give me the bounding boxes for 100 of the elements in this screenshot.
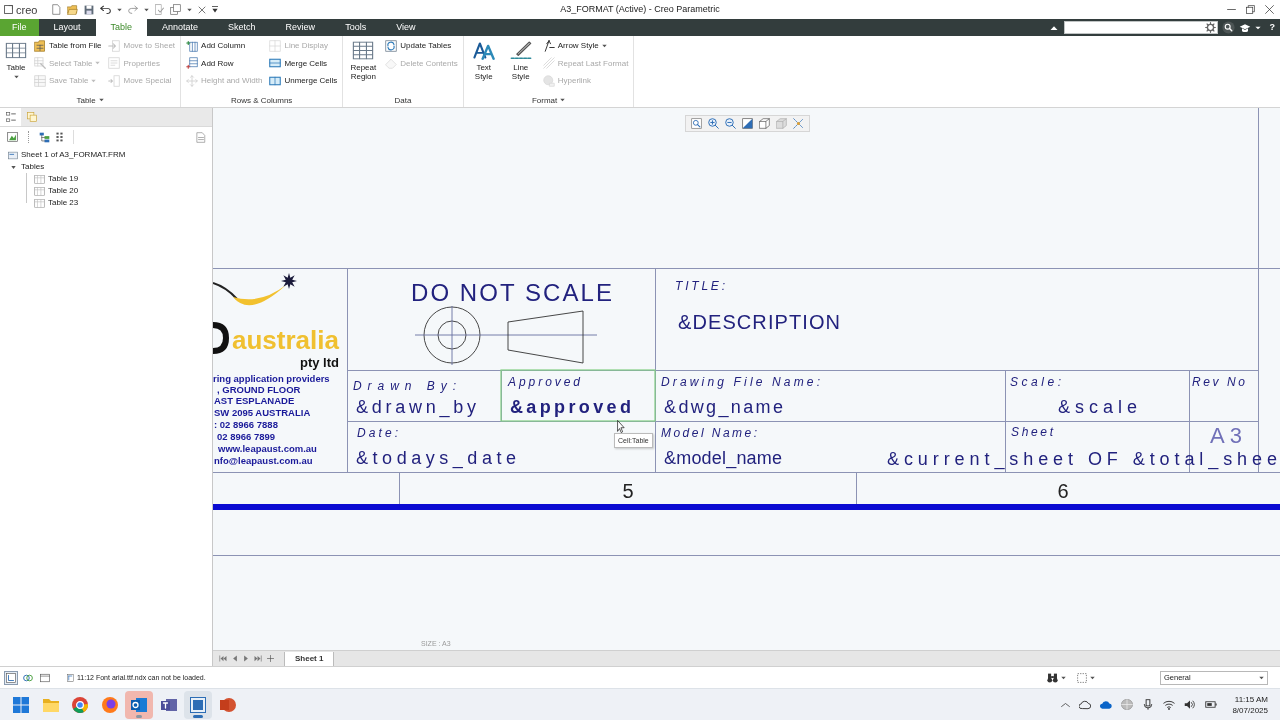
address-line: 02 8966 7899 xyxy=(217,431,276,442)
binoculars-icon[interactable] xyxy=(1047,672,1058,683)
graduation-cap-icon[interactable] xyxy=(1238,22,1251,33)
cell-value: &dwg_name xyxy=(664,397,783,417)
restore-icon[interactable] xyxy=(1246,5,1255,14)
taskbar-button[interactable] xyxy=(184,690,212,719)
cloud-icon[interactable] xyxy=(1100,699,1113,710)
table-update-icon xyxy=(385,39,398,52)
merge-cells-icon xyxy=(269,57,282,69)
tree-nodes-icon xyxy=(5,112,16,122)
tree-item[interactable]: Table 19 xyxy=(48,174,79,184)
document-check-icon[interactable] xyxy=(155,4,165,15)
ribbon-button[interactable]: Table xyxy=(3,37,29,90)
toggle-button[interactable] xyxy=(4,670,18,685)
wifi-icon[interactable] xyxy=(1163,699,1176,710)
caret-icon[interactable] xyxy=(187,7,193,12)
stacked-windows-icon[interactable] xyxy=(170,4,182,15)
zoom-fit-icon[interactable] xyxy=(691,118,702,129)
caret-icon[interactable] xyxy=(10,164,16,170)
close-icon[interactable] xyxy=(1265,5,1274,14)
chevron-up-icon[interactable] xyxy=(1061,701,1071,708)
caret-icon[interactable] xyxy=(117,7,123,12)
sheet-tab[interactable]: Sheet 1 xyxy=(284,651,335,666)
caret-icon xyxy=(1259,675,1264,680)
clock-date[interactable]: 8/07/2025 xyxy=(1232,704,1268,716)
company-suffix: pty ltd xyxy=(300,355,339,370)
caret-icon[interactable] xyxy=(1254,25,1261,30)
taskbar-button[interactable] xyxy=(125,690,153,719)
ribbon-tab[interactable]: View xyxy=(381,19,431,36)
image-icon[interactable] xyxy=(7,132,18,142)
help-button[interactable]: ? xyxy=(1269,22,1275,33)
ribbon-tab[interactable]: Table xyxy=(95,19,148,36)
logo-square-icon xyxy=(4,5,13,14)
zoom-in-icon[interactable] xyxy=(708,118,719,129)
ribbon-button[interactable]: Arrow Style xyxy=(540,37,631,54)
ribbon-button[interactable]: Update Tables xyxy=(383,37,460,54)
add-column-icon xyxy=(186,39,199,52)
last-page-icon[interactable] xyxy=(254,655,262,662)
microphone-icon[interactable] xyxy=(1142,699,1155,710)
start-icon[interactable] xyxy=(13,696,29,713)
panel-tab[interactable] xyxy=(0,108,21,126)
sheet-size-mark: A3 xyxy=(1210,423,1242,448)
address-line: nfo@leapaust.com.au xyxy=(214,455,313,466)
ribbon-button[interactable]: Unmerge Cells xyxy=(267,72,340,89)
cube-icon[interactable] xyxy=(759,118,770,129)
message-icon xyxy=(67,673,74,682)
repeat-region-icon xyxy=(352,41,375,60)
settings-icon[interactable] xyxy=(1204,22,1216,33)
clock-time[interactable]: 11:15 AM xyxy=(1234,693,1268,705)
previous-icon[interactable] xyxy=(232,655,238,662)
new-file-icon[interactable] xyxy=(52,4,62,15)
group-menu-button[interactable]: Format xyxy=(466,93,631,107)
save-icon[interactable] xyxy=(84,4,95,15)
dot-grid-icon[interactable] xyxy=(56,132,63,142)
cell-value: &scale xyxy=(1058,397,1137,417)
group-menu-button[interactable]: Table xyxy=(3,93,178,107)
ribbon-tab[interactable]: Review xyxy=(270,19,331,36)
tree-item[interactable]: Sheet 1 of A3_FORMAT.FRM xyxy=(21,150,126,160)
search-field[interactable] xyxy=(1063,21,1218,34)
first-page-icon[interactable] xyxy=(219,655,227,662)
ribbon-tab[interactable]: Layout xyxy=(38,19,96,36)
zoom-out-icon[interactable] xyxy=(725,118,736,129)
layout-icon xyxy=(6,672,16,683)
ribbon-button[interactable]: Table from File xyxy=(32,37,104,54)
ribbon-tab[interactable]: Tools xyxy=(330,19,382,36)
ribbon-button[interactable]: Text Style xyxy=(466,37,501,90)
tree-structure-icon[interactable] xyxy=(39,131,50,143)
half-filled-square-icon[interactable] xyxy=(742,118,753,129)
tree-item[interactable]: Table 23 xyxy=(48,198,79,208)
cloud-icon[interactable] xyxy=(1079,699,1092,710)
battery-icon[interactable] xyxy=(1205,699,1218,710)
ribbon-button[interactable]: Repeat Region xyxy=(346,37,381,90)
next-icon[interactable] xyxy=(243,655,249,662)
caret-icon[interactable] xyxy=(1090,675,1095,680)
speaker-icon[interactable] xyxy=(1184,699,1197,710)
customize-caret-icon[interactable] xyxy=(212,6,219,13)
search-icon[interactable] xyxy=(1221,21,1235,34)
caret-icon[interactable] xyxy=(1061,675,1066,680)
grid-lines-icon xyxy=(269,39,282,52)
open-folder-icon[interactable] xyxy=(67,4,79,15)
tree-item[interactable]: Table 20 xyxy=(48,186,79,196)
plus-icon[interactable] xyxy=(267,655,274,662)
link-icon xyxy=(23,672,33,683)
arrow-box-icon xyxy=(108,74,121,87)
window-icon xyxy=(40,672,50,683)
ribbon-button[interactable]: Merge Cells xyxy=(267,54,340,72)
ribbon-button[interactable]: Add Row xyxy=(184,54,265,72)
selection-box-icon[interactable] xyxy=(1077,672,1087,683)
company-name: australia xyxy=(232,325,339,355)
undo-icon[interactable] xyxy=(100,5,112,14)
ribbon-tab[interactable]: Annotate xyxy=(147,19,214,36)
star-icon xyxy=(281,273,297,289)
tree-item[interactable]: Tables xyxy=(21,162,45,172)
caret-up-icon[interactable] xyxy=(1049,24,1058,31)
ribbon-button[interactable]: Add Column xyxy=(184,37,265,54)
caret-icon[interactable] xyxy=(144,7,150,12)
dotted-cross-icon[interactable] xyxy=(793,118,804,129)
ribbon-tab[interactable]: Sketch xyxy=(213,19,271,36)
ribbon-button[interactable]: Line Style xyxy=(503,37,538,90)
close-window-icon[interactable] xyxy=(198,5,207,14)
